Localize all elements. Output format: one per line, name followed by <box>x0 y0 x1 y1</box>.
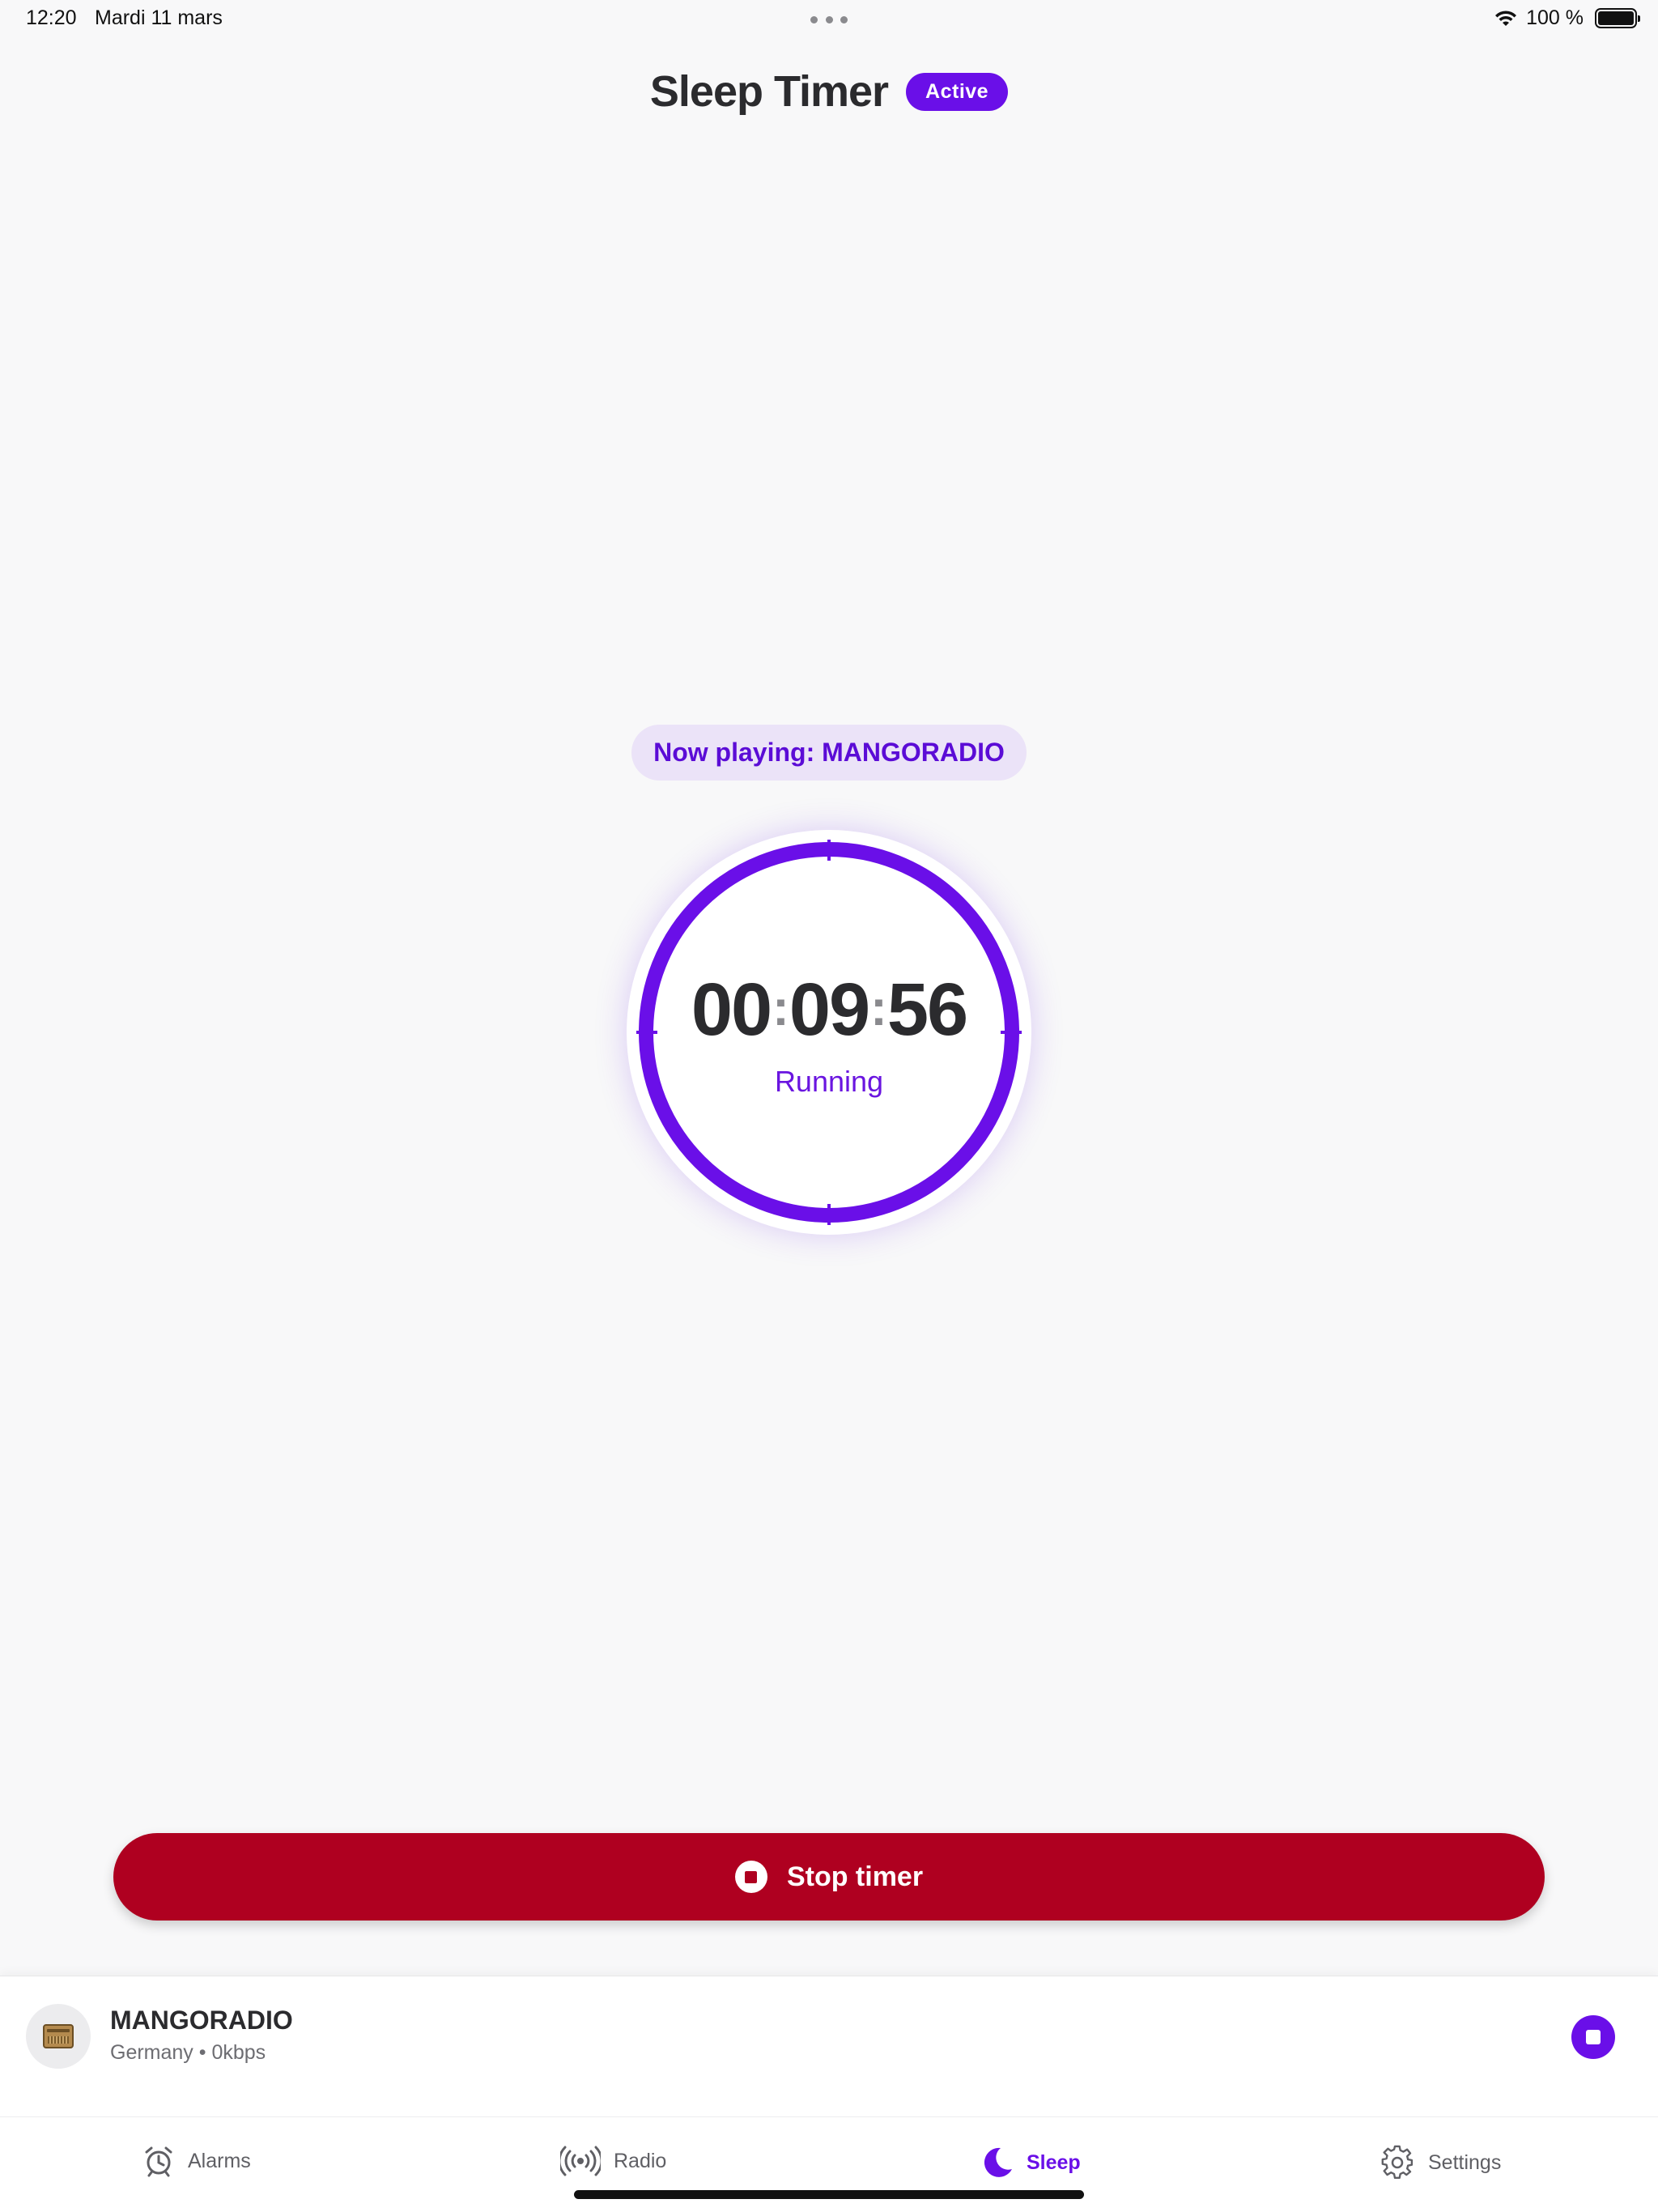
time-separator: : <box>870 981 887 1036</box>
status-time: 12:20 <box>26 6 77 29</box>
page-title: Sleep Timer <box>649 67 889 116</box>
tab-label: Radio <box>614 2149 667 2172</box>
status-badge: Active <box>906 72 1009 111</box>
countdown-seconds: 56 <box>886 968 968 1051</box>
countdown-hours: 00 <box>691 968 772 1051</box>
stop-timer-label: Stop timer <box>786 1861 924 1892</box>
multitasking-dots-icon[interactable] <box>810 16 848 23</box>
gear-icon <box>1381 2145 1414 2180</box>
tab-settings[interactable]: Settings <box>1380 2145 1501 2180</box>
stop-icon <box>1586 2030 1601 2044</box>
radio-station-icon <box>26 2004 91 2069</box>
moon-icon <box>984 2147 1012 2177</box>
tab-radio[interactable]: Radio <box>560 2145 666 2177</box>
status-indicators: 100 % <box>1494 6 1640 30</box>
time-separator: : <box>772 981 789 1036</box>
page-header: Sleep Timer Active <box>0 57 1658 126</box>
status-bar: 12:20 Mardi 11 mars 100 % <box>0 0 1658 39</box>
timer-dial: 00:09:56 Running <box>627 830 1031 1235</box>
mini-player[interactable]: MANGORADIO Germany • 0kbps <box>0 1976 1658 2116</box>
station-name: MANGORADIO <box>110 2006 293 2035</box>
tab-label: Alarms <box>188 2149 251 2172</box>
station-meta: Germany • 0kbps <box>110 2041 266 2064</box>
stop-timer-button[interactable]: Stop timer <box>113 1833 1545 1921</box>
battery-percentage: 100 % <box>1526 6 1584 29</box>
stop-icon <box>734 1861 767 1893</box>
alarm-clock-icon <box>145 2146 172 2177</box>
now-playing-pill: Now playing: MANGORADIO <box>631 725 1027 781</box>
player-stop-button[interactable] <box>1571 2015 1615 2059</box>
timer-status: Running <box>774 1065 884 1098</box>
home-indicator[interactable] <box>574 2190 1084 2199</box>
status-date: Mardi 11 mars <box>95 6 223 29</box>
battery-icon <box>1595 8 1640 28</box>
wifi-icon <box>1495 10 1517 26</box>
tab-label: Sleep <box>1027 2150 1081 2174</box>
countdown-minutes: 09 <box>789 968 870 1051</box>
tab-alarms[interactable]: Alarms <box>142 2145 251 2177</box>
radio-broadcast-icon <box>560 2146 601 2176</box>
tab-sleep[interactable]: Sleep <box>978 2145 1081 2180</box>
tab-label: Settings <box>1428 2150 1502 2174</box>
countdown-display: 00:09:56 <box>627 968 1031 1053</box>
